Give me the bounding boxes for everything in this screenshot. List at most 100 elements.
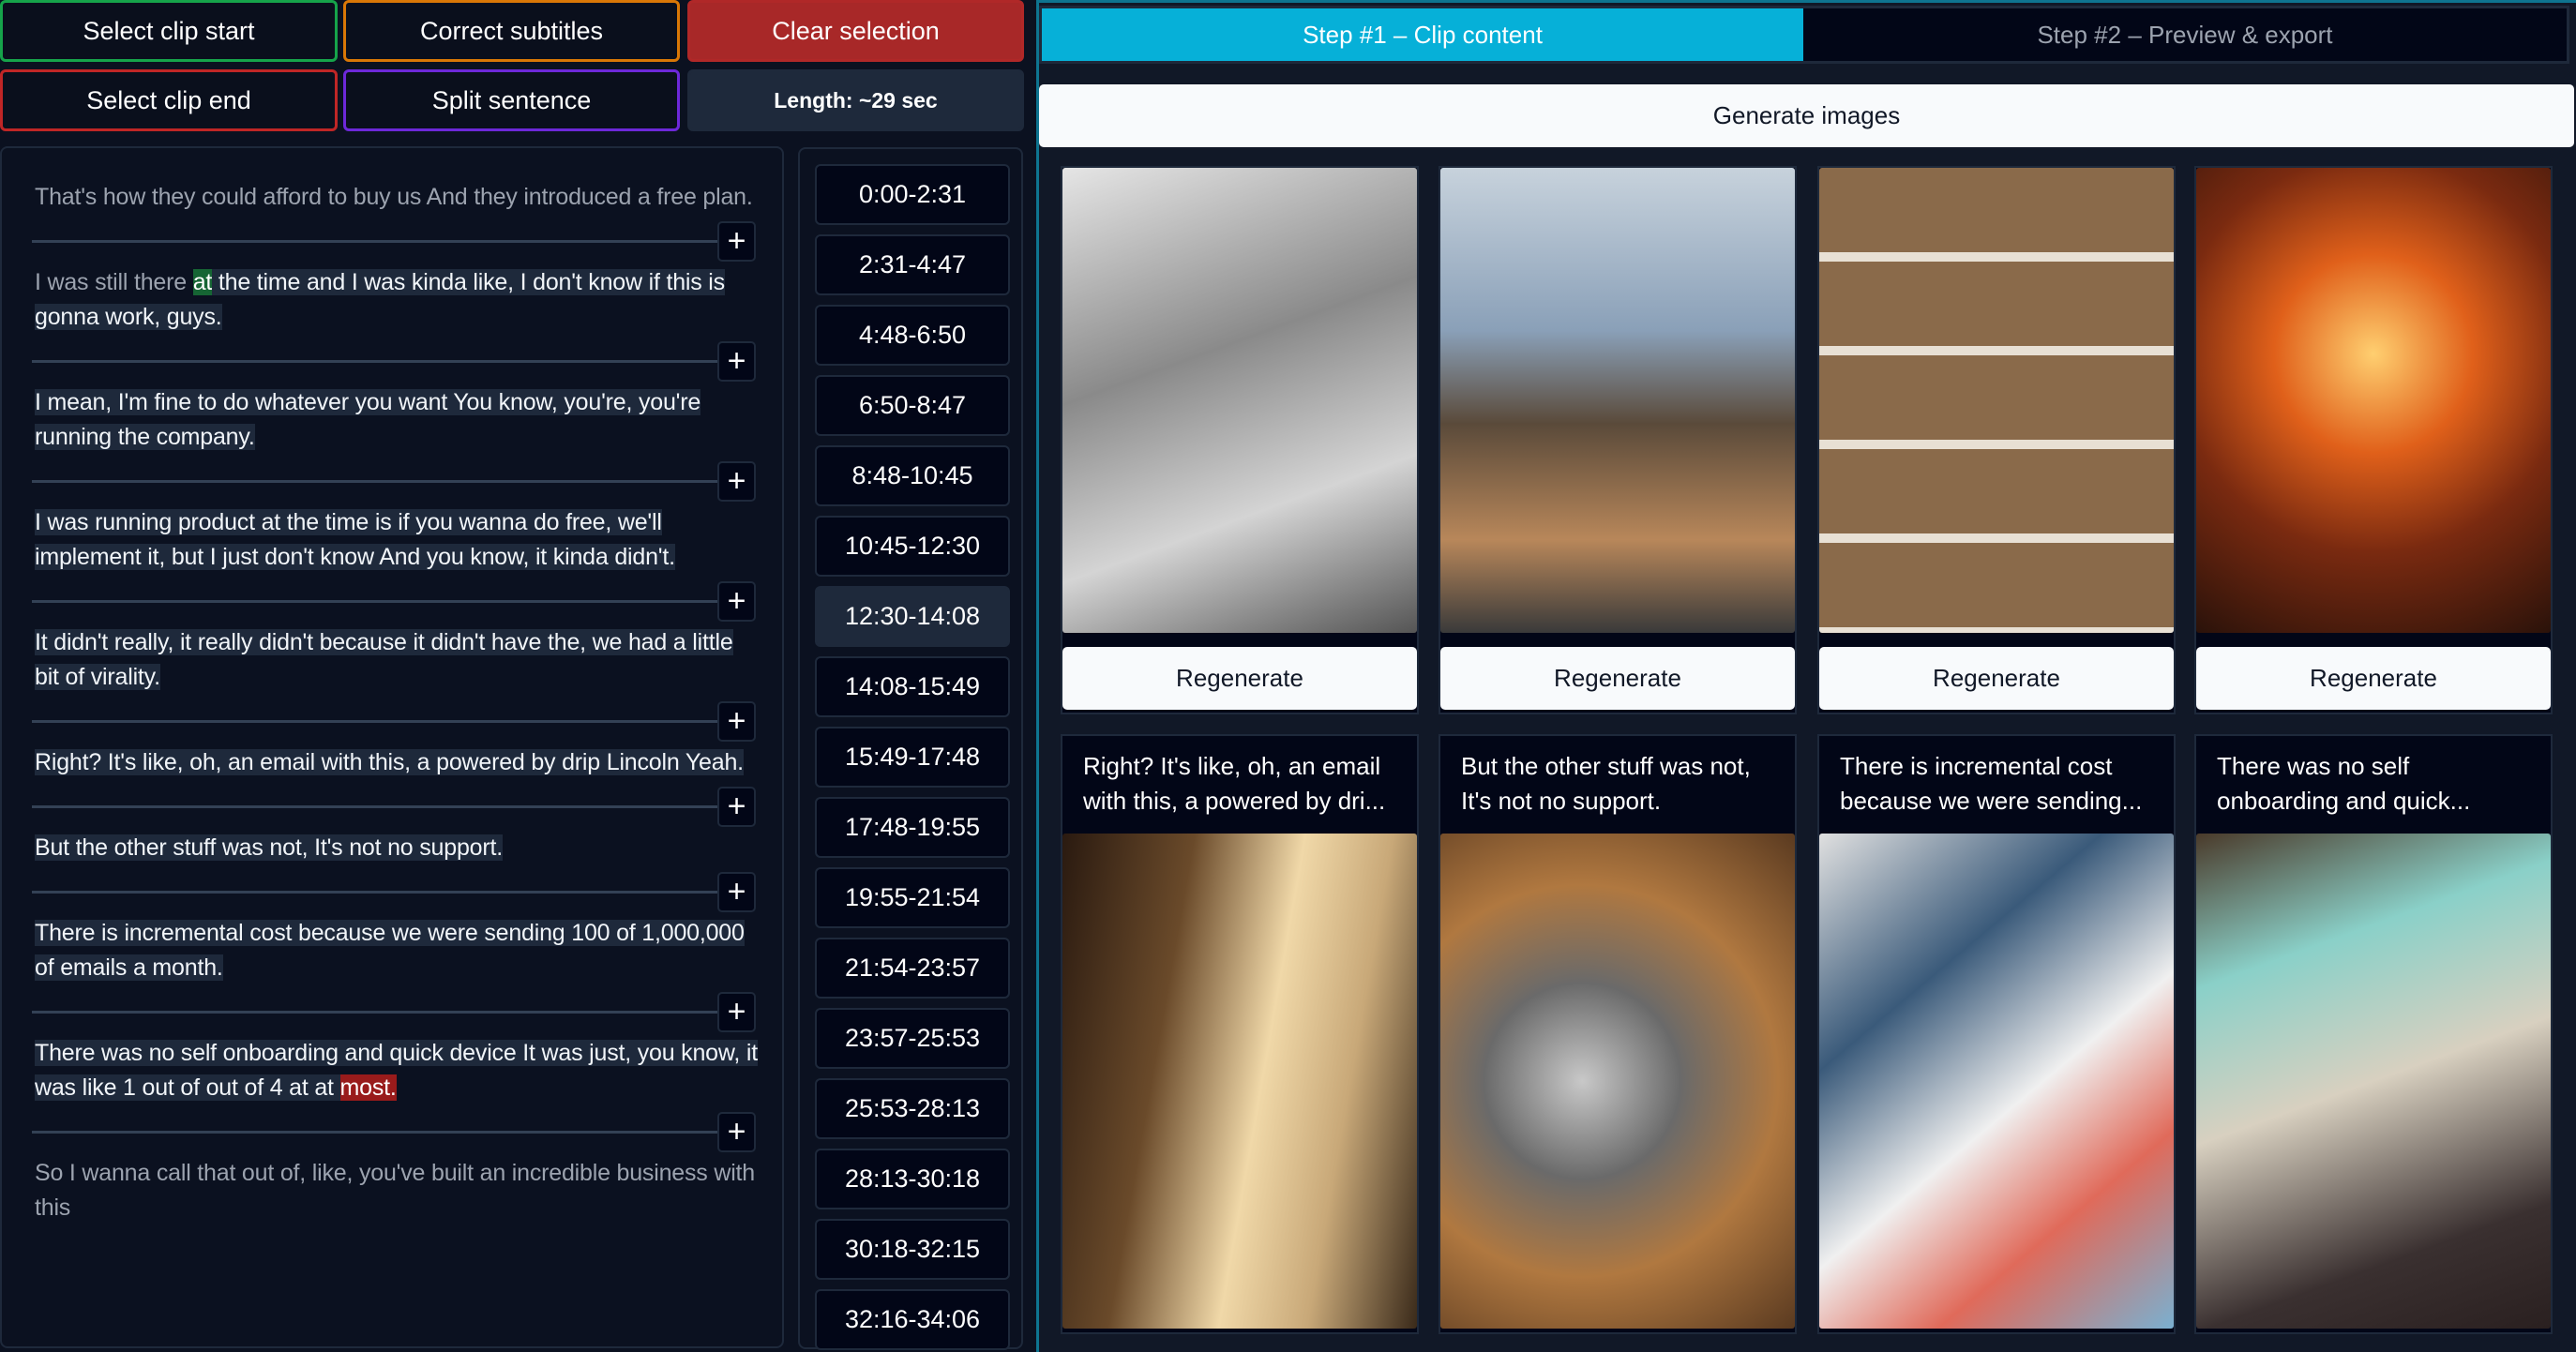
time-range-item[interactable]: 6:50-8:47 bbox=[815, 375, 1010, 436]
plus-icon: + bbox=[727, 343, 746, 379]
selected-text: I mean, I'm fine to do whatever you want… bbox=[35, 389, 701, 450]
divider-line bbox=[32, 720, 718, 723]
caption-text: But the other stuff was not, It's not no… bbox=[1461, 752, 1751, 815]
add-segment-button[interactable]: + bbox=[717, 581, 756, 622]
transcript-panel: That's how they could afford to buy us A… bbox=[0, 146, 784, 1348]
office-collage-image[interactable] bbox=[1819, 168, 2174, 633]
regenerate-button[interactable]: Regenerate bbox=[1819, 647, 2174, 710]
transcript-segment[interactable]: There was no self onboarding and quick d… bbox=[32, 1036, 763, 1105]
time-range-item[interactable]: 21:54-23:57 bbox=[815, 938, 1010, 999]
architects-sketch-image[interactable] bbox=[1062, 168, 1417, 633]
time-range-item[interactable]: 25:53-28:13 bbox=[815, 1078, 1010, 1139]
plus-icon: + bbox=[727, 874, 746, 909]
time-range-list[interactable]: 0:00-2:31 2:31-4:47 4:48-6:50 6:50-8:47 8:48… bbox=[798, 147, 1023, 1350]
selected-text: It didn't really, it really didn't becau… bbox=[35, 629, 733, 690]
highlighted-word: most. bbox=[339, 1074, 397, 1101]
tab-clip-content[interactable]: Step #1 – Clip content bbox=[1042, 8, 1803, 61]
divider-line bbox=[32, 600, 718, 603]
segment-divider: + bbox=[32, 1105, 782, 1156]
time-range-item[interactable]: 14:08-15:49 bbox=[815, 656, 1010, 717]
add-segment-button[interactable]: + bbox=[717, 872, 756, 912]
plus-icon: + bbox=[727, 994, 746, 1029]
add-segment-button[interactable]: + bbox=[717, 701, 756, 742]
segment-divider: + bbox=[32, 780, 782, 831]
segment-divider: + bbox=[32, 695, 782, 745]
time-range-item[interactable]: 32:16-34:06 bbox=[815, 1289, 1010, 1350]
transcript-segment[interactable]: I was running product at the time is if … bbox=[32, 505, 763, 575]
segment-divider: + bbox=[32, 455, 782, 505]
divider-line bbox=[32, 1131, 718, 1134]
time-range-item[interactable]: 10:45-12:30 bbox=[815, 516, 1010, 577]
retro-computers-image[interactable] bbox=[2196, 834, 2551, 1329]
transcript-segment[interactable]: So I wanna call that out of, like, you'v… bbox=[32, 1156, 763, 1225]
caption-text: There is incremental cost because we wer… bbox=[1840, 752, 2143, 815]
time-range-item[interactable]: 2:31-4:47 bbox=[815, 234, 1010, 295]
transcript-segment[interactable]: But the other stuff was not, It's not no… bbox=[32, 831, 763, 865]
time-range-item[interactable]: 30:18-32:15 bbox=[815, 1219, 1010, 1280]
segment-text: That's how they could afford to buy us A… bbox=[35, 184, 753, 210]
time-range-item[interactable]: 17:48-19:55 bbox=[815, 797, 1010, 858]
transcript-segment[interactable]: Right? It's like, oh, an email with this… bbox=[32, 745, 763, 780]
highlighted-word: at bbox=[192, 269, 213, 295]
laptop-charts-image[interactable] bbox=[1819, 834, 2174, 1329]
segment-divider: + bbox=[32, 335, 782, 385]
transcript-segment[interactable]: I was still there at the time and I was … bbox=[32, 265, 763, 335]
transcript-segment[interactable]: I mean, I'm fine to do whatever you want… bbox=[32, 385, 763, 455]
select-clip-start-button[interactable]: Select clip start bbox=[0, 0, 338, 62]
add-segment-button[interactable]: + bbox=[717, 341, 756, 382]
divider-line bbox=[32, 1011, 718, 1014]
regenerate-button[interactable]: Regenerate bbox=[1440, 647, 1795, 710]
step-tabs: Step #1 – Clip content Step #2 – Preview… bbox=[1039, 6, 2569, 64]
segment-divider: + bbox=[32, 985, 782, 1036]
generate-images-button[interactable]: Generate images bbox=[1039, 84, 2574, 147]
metal-parts-image[interactable] bbox=[1440, 834, 1795, 1329]
time-range-item[interactable]: 19:55-21:54 bbox=[815, 867, 1010, 928]
coffee-window-image[interactable] bbox=[1062, 834, 1417, 1329]
caption-text: There was no self onboarding and quick..… bbox=[2217, 752, 2471, 815]
plus-icon: + bbox=[727, 583, 746, 619]
clip-length: Length: ~29 sec bbox=[687, 69, 1024, 131]
time-range-item[interactable]: 0:00-2:31 bbox=[815, 164, 1010, 225]
time-range-item[interactable]: 4:48-6:50 bbox=[815, 305, 1010, 366]
time-range-item[interactable]: 12:30-14:08 bbox=[815, 586, 1010, 647]
segment-text: So I wanna call that out of, like, you'v… bbox=[35, 1160, 755, 1221]
transcript-segment[interactable]: It didn't really, it really didn't becau… bbox=[32, 625, 763, 695]
correct-subtitles-button[interactable]: Correct subtitles bbox=[343, 0, 680, 62]
plus-icon: + bbox=[727, 1114, 746, 1149]
select-clip-end-button[interactable]: Select clip end bbox=[0, 69, 338, 131]
add-segment-button[interactable]: + bbox=[717, 992, 756, 1032]
city-boardroom-image[interactable] bbox=[1440, 168, 1795, 633]
plus-icon: + bbox=[727, 789, 746, 824]
selected-text: I was running product at the time is if … bbox=[35, 509, 675, 570]
divider-line bbox=[32, 360, 718, 363]
segment-divider: + bbox=[32, 865, 782, 916]
divider-line bbox=[32, 480, 718, 483]
time-range-item[interactable]: 8:48-10:45 bbox=[815, 445, 1010, 506]
time-range-item[interactable]: 15:49-17:48 bbox=[815, 727, 1010, 788]
divider-line bbox=[32, 240, 718, 243]
caption-text: Right? It's like, oh, an email with this… bbox=[1083, 752, 1386, 815]
add-segment-button[interactable]: + bbox=[717, 221, 756, 262]
time-range-item[interactable]: 28:13-30:18 bbox=[815, 1149, 1010, 1209]
split-sentence-button[interactable]: Split sentence bbox=[343, 69, 680, 131]
transcript-segment[interactable]: That's how they could afford to buy us A… bbox=[32, 180, 763, 215]
divider-line bbox=[32, 805, 718, 808]
plus-icon: + bbox=[727, 463, 746, 499]
segment-divider: + bbox=[32, 215, 782, 265]
regenerate-button[interactable]: Regenerate bbox=[2196, 647, 2551, 710]
selected-text: But the other stuff was not, It's not no… bbox=[35, 834, 503, 861]
plus-icon: + bbox=[727, 703, 746, 739]
transcript-segment[interactable]: There is incremental cost because we wer… bbox=[32, 916, 763, 985]
plus-icon: + bbox=[727, 223, 746, 259]
add-segment-button[interactable]: + bbox=[717, 461, 756, 502]
clear-selection-button[interactable]: Clear selection bbox=[687, 0, 1024, 62]
divider-line bbox=[32, 891, 718, 894]
add-segment-button[interactable]: + bbox=[717, 787, 756, 827]
fire-logs-image[interactable] bbox=[2196, 168, 2551, 633]
selected-text: There is incremental cost because we wer… bbox=[35, 920, 745, 981]
regenerate-button[interactable]: Regenerate bbox=[1062, 647, 1417, 710]
tab-preview-export[interactable]: Step #2 – Preview & export bbox=[1803, 8, 2567, 61]
time-range-item[interactable]: 23:57-25:53 bbox=[815, 1008, 1010, 1069]
add-segment-button[interactable]: + bbox=[717, 1112, 756, 1152]
segment-text: I was still there bbox=[35, 269, 193, 295]
